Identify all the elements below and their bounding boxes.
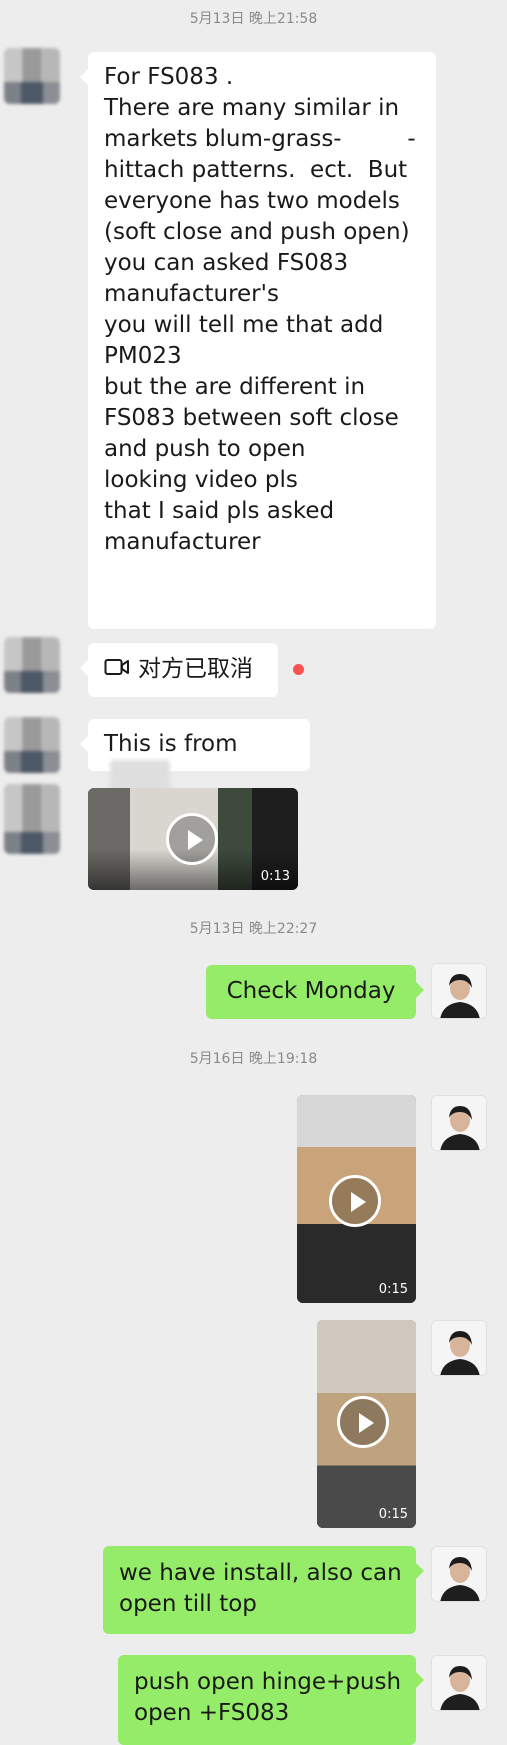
- my-avatar[interactable]: [431, 1095, 487, 1151]
- message-line: FS083 between soft close: [104, 405, 399, 431]
- play-icon[interactable]: [329, 1175, 381, 1227]
- message-line: and push to open: [104, 436, 306, 462]
- my-avatar[interactable]: [431, 963, 487, 1019]
- message-line: (soft close and push open): [104, 219, 410, 245]
- my-avatar[interactable]: [431, 1546, 487, 1602]
- message-line: push open hinge+push: [134, 1669, 402, 1695]
- message-line: markets blum-grass- -: [104, 126, 416, 152]
- person-icon: [432, 1656, 486, 1710]
- message-line: manufacturer's: [104, 281, 279, 307]
- timestamp: 5月13日 晚上21:58: [189, 11, 318, 27]
- message-bubble-install-note[interactable]: we have install, also can open till top: [103, 1546, 424, 1634]
- video-camera-icon: [104, 654, 130, 685]
- video-duration: 0:15: [378, 1507, 408, 1522]
- video-duration: 0:15: [378, 1282, 408, 1297]
- contact-avatar[interactable]: [4, 784, 60, 854]
- call-cancelled-bubble[interactable]: 对方已取消: [80, 643, 278, 697]
- video-message[interactable]: 0:15: [297, 1095, 416, 1303]
- message-text: Check Monday: [226, 978, 396, 1004]
- message-line: you will tell me that add: [104, 312, 384, 338]
- play-icon[interactable]: [166, 813, 218, 865]
- message-line: you can asked FS083: [104, 250, 349, 276]
- message-line: open +FS083: [134, 1700, 290, 1726]
- person-icon: [432, 1321, 486, 1375]
- timestamp: 5月16日 晚上19:18: [189, 1051, 318, 1067]
- play-icon[interactable]: [337, 1396, 389, 1448]
- message-bubble-check-monday[interactable]: Check Monday: [206, 965, 424, 1019]
- timestamp: 5月13日 晚上22:27: [189, 921, 318, 937]
- person-icon: [432, 964, 486, 1018]
- video-duration: 0:13: [260, 869, 290, 884]
- message-line: manufacturer: [104, 529, 261, 555]
- message-text: This is from: [104, 731, 238, 757]
- message-line: that I said pls asked: [104, 498, 335, 524]
- message-line: we have install, also can: [119, 1560, 402, 1586]
- person-icon: [432, 1096, 486, 1150]
- message-line: but the are different in: [104, 374, 366, 400]
- message-bubble-this-is-from[interactable]: This is from: [80, 719, 310, 802]
- message-line: looking video pls: [104, 467, 298, 493]
- message-line: everyone has two models: [104, 188, 400, 214]
- person-icon: [432, 1547, 486, 1601]
- video-message[interactable]: 0:15: [317, 1320, 416, 1528]
- message-bubble-fs083-note[interactable]: For FS083 . There are many similar in ma…: [80, 52, 436, 629]
- message-line: There are many similar in: [104, 95, 400, 121]
- message-bubble-push-open[interactable]: push open hinge+push open +FS083: [118, 1655, 424, 1745]
- contact-avatar[interactable]: [4, 48, 60, 104]
- message-line: open till top: [119, 1591, 257, 1617]
- contact-avatar[interactable]: [4, 637, 60, 693]
- message-line: PM023: [104, 343, 182, 369]
- call-status-text: 对方已取消: [138, 656, 253, 682]
- video-message[interactable]: 0:13: [88, 788, 298, 890]
- message-line: For FS083 .: [104, 64, 234, 90]
- my-avatar[interactable]: [431, 1320, 487, 1376]
- contact-avatar[interactable]: [4, 717, 60, 773]
- message-line: hittach patterns. ect. But: [104, 157, 408, 183]
- my-avatar[interactable]: [431, 1655, 487, 1711]
- unread-dot: [293, 664, 304, 675]
